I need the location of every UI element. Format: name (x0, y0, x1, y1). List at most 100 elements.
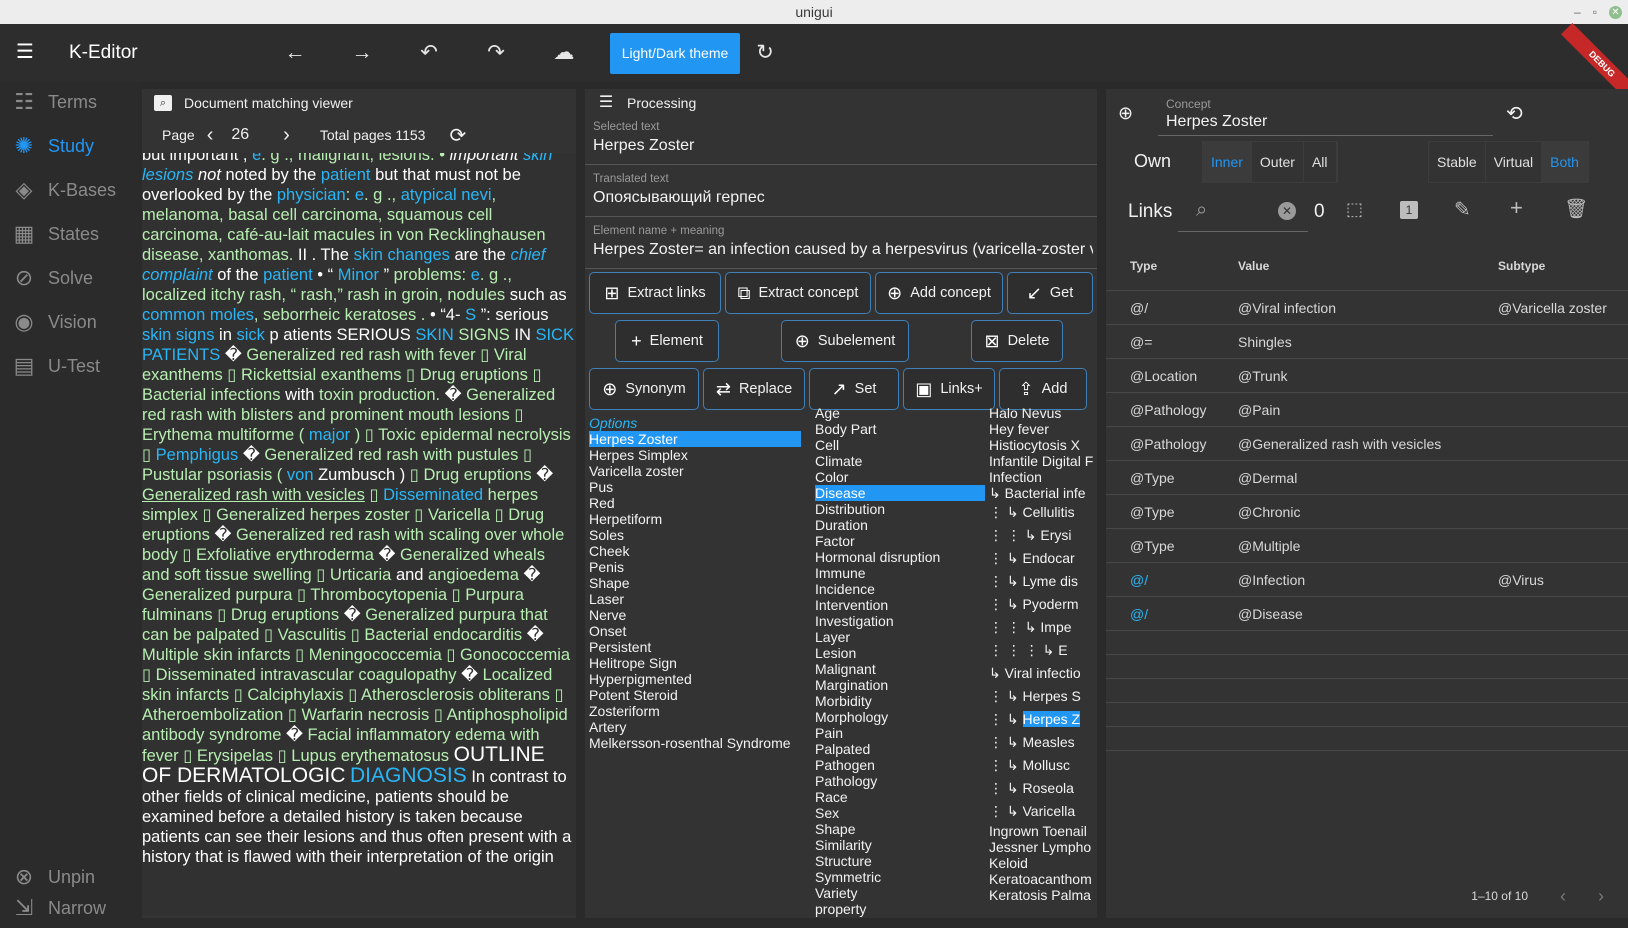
sidebar-item-utest[interactable]: ▤ U-Test (0, 346, 140, 386)
tree-item[interactable]: ⋮ ↳ Measles (989, 731, 1095, 754)
list-item[interactable]: Nerve (589, 607, 801, 623)
column-subtype[interactable]: Subtype (1498, 259, 1628, 273)
list-item[interactable]: Potent Steroid (589, 687, 801, 703)
list-item[interactable]: Immune (815, 565, 985, 581)
tree-item[interactable]: Halo Nevus (989, 405, 1095, 421)
set-button[interactable]: ↗ Set (809, 368, 899, 410)
subelement-button[interactable]: ⊕ Subelement (781, 320, 909, 362)
list-item[interactable]: Palpated (815, 741, 985, 757)
table-row[interactable]: @Type @Chronic (1106, 495, 1628, 529)
table-row[interactable]: @/ @Infection @Virus (1106, 563, 1628, 597)
tree-item[interactable]: ↳ Bacterial infe (989, 485, 1095, 501)
replace-button[interactable]: ⇄ Replace (703, 368, 805, 410)
sync-icon[interactable]: ⟲ (1506, 101, 1523, 126)
delete-button[interactable]: ⊠ Delete (971, 320, 1063, 362)
theme-toggle-button[interactable]: Light/Dark theme (610, 33, 740, 74)
tree-item[interactable]: ⋮ ↳ Lyme dis (989, 570, 1095, 593)
list-item[interactable]: Structure (815, 853, 985, 869)
list-item[interactable]: Pathology (815, 773, 985, 789)
list-item[interactable]: Herpes Zoster (589, 431, 801, 447)
options-list[interactable]: Options Herpes Zoster Herpes Simplex Varic… (589, 415, 801, 917)
tree-item[interactable]: Infection (989, 469, 1095, 485)
list-item[interactable]: Pus (589, 479, 801, 495)
column-type[interactable]: Type (1106, 259, 1238, 273)
sidebar-item-kbases[interactable]: ◈ K-Bases (0, 170, 140, 210)
select-all-icon[interactable]: ⬚ (1346, 199, 1363, 220)
menu-icon[interactable]: ☰ (16, 42, 36, 62)
tree-item[interactable]: ⋮ ⋮ ↳ Erysi (989, 524, 1095, 547)
tree-item[interactable]: ↳ Viral infectio (989, 662, 1095, 685)
table-row[interactable]: @Location @Trunk (1106, 359, 1628, 393)
list-item[interactable]: Soles (589, 527, 801, 543)
table-row[interactable]: @Pathology @Pain (1106, 393, 1628, 427)
search-icon[interactable]: ⌕ (1196, 199, 1207, 222)
tree-item[interactable]: ⋮ ⋮ ↳ Impe (989, 616, 1095, 639)
delete-icon[interactable]: 🗑 (1564, 197, 1588, 221)
tree-item[interactable]: ⋮ ↳ Varicella (989, 800, 1095, 823)
mode-both[interactable]: Both (1542, 142, 1588, 182)
list-item[interactable]: Onset (589, 623, 801, 639)
sidebar-item-states[interactable]: ▦ States (0, 214, 140, 254)
sidebar-item-solve[interactable]: ⊘ Solve (0, 258, 140, 298)
tree-item[interactable]: Infantile Digital F (989, 453, 1095, 469)
tree-item[interactable]: ⋮ ⋮ ⋮ ↳ E (989, 639, 1095, 662)
list-item[interactable]: Symmetric (815, 869, 985, 885)
element-name-field[interactable]: Element name + meaning Herpes Zoster= an… (585, 219, 1097, 269)
close-icon[interactable]: ✕ (1609, 5, 1622, 19)
column-value[interactable]: Value (1238, 259, 1498, 273)
prev-page-icon[interactable]: ‹ (207, 124, 214, 147)
tree-item[interactable]: Jessner Lympho (989, 839, 1095, 855)
filter-one-icon[interactable]: 1 (1400, 201, 1418, 219)
list-item[interactable]: Hyperpigmented (589, 671, 801, 687)
scope-outer[interactable]: Outer (1252, 142, 1304, 182)
mode-toggle[interactable]: Stable Virtual Both (1428, 141, 1589, 183)
prev-page-icon[interactable]: ‹ (1560, 886, 1566, 907)
list-item[interactable]: Malignant (815, 661, 985, 677)
tree-item[interactable]: Ingrown Toenail (989, 823, 1095, 839)
sidebar-item-narrow[interactable]: ⇲ Narrow (0, 888, 140, 928)
list-item[interactable]: Duration (815, 517, 985, 533)
list-item[interactable]: Shape (815, 821, 985, 837)
list-item[interactable]: Incidence (815, 581, 985, 597)
translated-text-field[interactable]: Translated text Опоясывающий герпес (585, 167, 1097, 217)
add-button[interactable]: ⇪ Add (999, 368, 1087, 410)
undo-icon[interactable]: ↶ (414, 38, 444, 68)
list-item[interactable]: Age (815, 405, 985, 421)
scope-inner[interactable]: Inner (1203, 142, 1252, 182)
list-item[interactable]: Sex (815, 805, 985, 821)
edit-icon[interactable]: ✎ (1454, 197, 1471, 222)
document-text[interactable]: but important , e. g ., malignant, lesio… (142, 153, 576, 915)
list-item[interactable]: Race (815, 789, 985, 805)
mode-stable[interactable]: Stable (1429, 142, 1486, 182)
scope-all[interactable]: All (1304, 142, 1337, 182)
table-row[interactable]: @= Shingles (1106, 325, 1628, 359)
tree-item[interactable]: ⋮ ↳ Mollusc (989, 754, 1095, 777)
tree-item[interactable]: ⋮ ↳ Herpes S (989, 685, 1095, 708)
list-item[interactable]: Pathogen (815, 757, 985, 773)
list-item[interactable]: Similarity (815, 837, 985, 853)
next-page-icon[interactable]: › (283, 124, 290, 147)
list-item[interactable]: Herpes Simplex (589, 447, 801, 463)
tree-item[interactable]: ⋮ ↳ Endocar (989, 547, 1095, 570)
list-item[interactable]: Zosteriform (589, 703, 801, 719)
tree-item[interactable]: Hey fever (989, 421, 1095, 437)
list-item[interactable]: property (815, 901, 985, 917)
list-item[interactable]: Margination (815, 677, 985, 693)
list-item[interactable]: Cheek (589, 543, 801, 559)
extract-links-button[interactable]: ⊞ Extract links (589, 272, 721, 314)
selected-text-field[interactable]: Selected text Herpes Zoster (585, 115, 1097, 165)
list-item[interactable]: Morphology (815, 709, 985, 725)
table-row[interactable]: @Type @Dermal (1106, 461, 1628, 495)
list-item[interactable]: Intervention (815, 597, 985, 613)
list-item[interactable]: Helitrope Sign (589, 655, 801, 671)
next-page-icon[interactable]: › (1598, 886, 1604, 907)
forward-arrow-icon[interactable]: → (347, 38, 377, 68)
list-item[interactable]: Red (589, 495, 801, 511)
scope-toggle[interactable]: Inner Outer All (1202, 141, 1338, 183)
tree-item[interactable]: Keratoacanthom (989, 871, 1095, 887)
tree-item[interactable]: ⋮ ↳ Pyoderm (989, 593, 1095, 616)
list-item[interactable]: Hormonal disruption (815, 549, 985, 565)
cloud-upload-icon[interactable]: ☁ (549, 38, 579, 68)
list-item[interactable]: Lesion (815, 645, 985, 661)
tree-item[interactable]: Keratosis Palma (989, 887, 1095, 903)
